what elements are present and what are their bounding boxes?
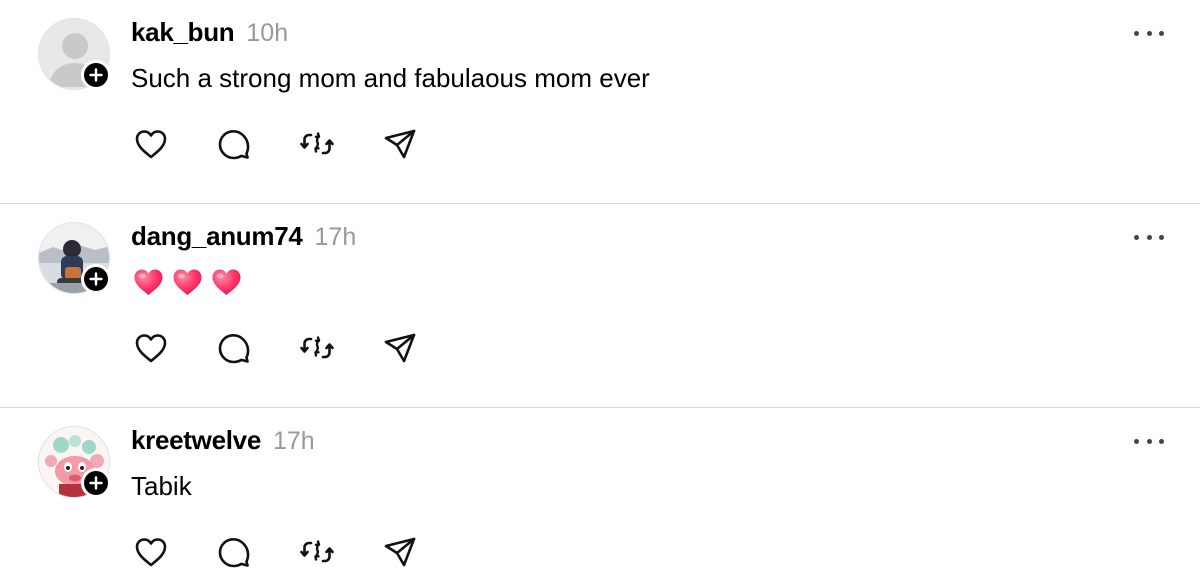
like-button[interactable] <box>131 532 171 572</box>
more-dot <box>1159 438 1164 444</box>
post-actions <box>131 328 463 368</box>
thread-post: kreetwelve 17h Tabik <box>0 408 1200 587</box>
username[interactable]: kreetwelve <box>131 425 261 456</box>
post-timestamp[interactable]: 10h <box>246 19 288 48</box>
avatar-container[interactable] <box>38 18 111 90</box>
share-button[interactable] <box>380 532 420 572</box>
post-header: dang_anum74 17h <box>131 221 356 253</box>
more-dot <box>1159 234 1164 240</box>
plus-icon <box>89 476 103 490</box>
plus-icon <box>89 68 103 82</box>
username[interactable]: dang_anum74 <box>131 221 303 252</box>
repost-button[interactable] <box>297 532 337 572</box>
heart-emoji-icon <box>134 269 163 295</box>
heart-outline-icon <box>135 334 167 363</box>
post-timestamp[interactable]: 17h <box>273 427 315 456</box>
follow-button[interactable] <box>81 468 111 498</box>
send-paper-plane-icon <box>384 333 416 363</box>
heart-emoji-icon <box>212 269 241 295</box>
follow-button[interactable] <box>81 264 111 294</box>
post-actions <box>131 124 463 164</box>
heart-emoji-icon <box>173 269 202 295</box>
repost-button[interactable] <box>297 328 337 368</box>
more-options-button[interactable] <box>1134 26 1164 40</box>
send-paper-plane-icon <box>384 537 416 567</box>
post-actions <box>131 532 463 572</box>
share-button[interactable] <box>380 124 420 164</box>
heart-outline-icon <box>135 130 167 159</box>
more-dot <box>1146 234 1152 240</box>
comment-button[interactable] <box>214 124 254 164</box>
more-horizontal-icon <box>1134 438 1139 444</box>
share-button[interactable] <box>380 328 420 368</box>
post-text: Tabik <box>131 471 192 501</box>
plus-icon <box>89 272 103 286</box>
repost-arrows-icon <box>300 540 334 563</box>
comment-bubble-icon <box>218 333 250 364</box>
thread-feed: kak_bun 10h Such a strong mom and fabula… <box>0 0 1200 587</box>
more-dot <box>1146 30 1152 36</box>
comment-bubble-icon <box>218 129 250 160</box>
post-text: Such a strong mom and fabulaous mom ever <box>131 63 650 93</box>
send-paper-plane-icon <box>384 129 416 159</box>
more-dot <box>1159 30 1164 36</box>
comment-bubble-icon <box>218 537 250 568</box>
more-dot <box>1146 438 1152 444</box>
post-header: kak_bun 10h <box>131 17 288 49</box>
thread-post: dang_anum74 17h <box>0 204 1200 408</box>
more-options-button[interactable] <box>1134 230 1164 244</box>
more-horizontal-icon <box>1134 30 1139 36</box>
comment-button[interactable] <box>214 328 254 368</box>
repost-arrows-icon <box>300 132 334 155</box>
thread-post: kak_bun 10h Such a strong mom and fabula… <box>0 0 1200 204</box>
more-horizontal-icon <box>1134 234 1139 240</box>
repost-button[interactable] <box>297 124 337 164</box>
post-emoji-content <box>133 268 242 296</box>
like-button[interactable] <box>131 328 171 368</box>
post-timestamp[interactable]: 17h <box>315 223 357 252</box>
repost-arrows-icon <box>300 336 334 359</box>
more-options-button[interactable] <box>1134 434 1164 448</box>
follow-button[interactable] <box>81 60 111 90</box>
comment-button[interactable] <box>214 532 254 572</box>
avatar-container[interactable] <box>38 222 111 294</box>
username[interactable]: kak_bun <box>131 17 235 48</box>
avatar-container[interactable] <box>38 426 111 498</box>
like-button[interactable] <box>131 124 171 164</box>
post-header: kreetwelve 17h <box>131 425 315 457</box>
heart-outline-icon <box>135 538 167 567</box>
